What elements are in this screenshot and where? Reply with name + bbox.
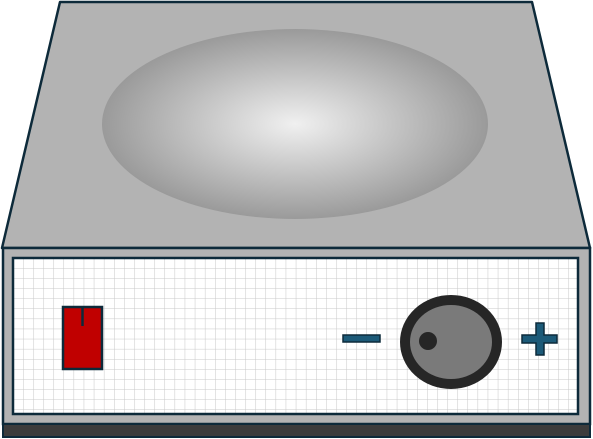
base-strip: [2, 423, 591, 438]
knob-position-dot: [419, 332, 437, 350]
heating-plate: [102, 29, 488, 219]
power-switch[interactable]: [61, 305, 104, 371]
decrease-symbol: [342, 334, 381, 343]
minus-icon: [342, 334, 381, 343]
hot-plate-stirrer: [0, 0, 592, 438]
control-knob[interactable]: [400, 295, 502, 389]
knob-icon[interactable]: [400, 295, 502, 389]
